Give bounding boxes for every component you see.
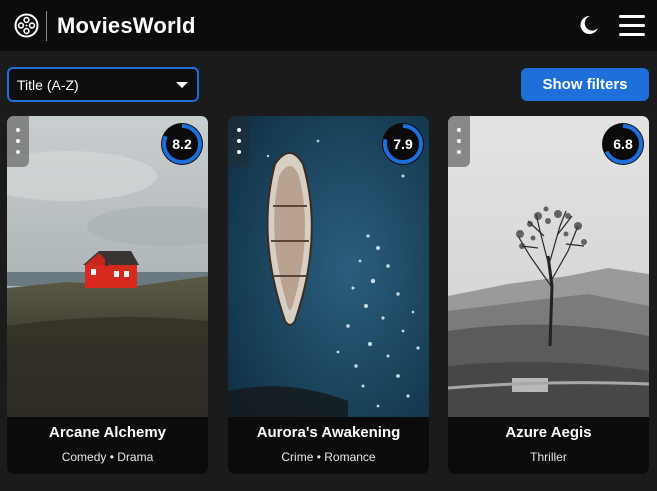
movie-genres: Comedy • Drama bbox=[61, 450, 154, 464]
rating-value: 7.9 bbox=[393, 136, 413, 152]
rating-badge: 6.8 bbox=[601, 122, 645, 166]
movie-title[interactable]: Arcane Alchemy bbox=[7, 424, 208, 441]
movie-genres: Thriller bbox=[530, 450, 567, 464]
movie-title[interactable]: Azure Aegis bbox=[448, 424, 649, 441]
more-options-icon[interactable] bbox=[228, 116, 250, 167]
chevron-down-icon bbox=[176, 82, 188, 88]
rating-badge: 7.9 bbox=[381, 122, 425, 166]
more-options-icon[interactable] bbox=[7, 116, 29, 167]
hamburger-menu-icon[interactable] bbox=[619, 15, 645, 36]
rating-value: 6.8 bbox=[613, 136, 633, 152]
brand-name[interactable]: MoviesWorld bbox=[57, 12, 196, 40]
movie-card[interactable]: 6.8 Azure Aegis Thriller bbox=[448, 116, 649, 474]
rating-badge: 8.2 bbox=[160, 122, 204, 166]
movie-card[interactable]: 8.2 Arcane Alchemy Comedy • Drama bbox=[7, 116, 208, 474]
more-options-icon[interactable] bbox=[448, 116, 470, 167]
app-header: MoviesWorld bbox=[0, 0, 657, 51]
logo-divider bbox=[46, 11, 47, 41]
film-reel-icon[interactable] bbox=[14, 13, 39, 38]
rating-value: 8.2 bbox=[172, 136, 192, 152]
movie-card[interactable]: 7.9 Aurora's Awakening Crime • Romance bbox=[228, 116, 429, 474]
sort-selected-value: Title (A-Z) bbox=[17, 77, 79, 93]
sort-select[interactable]: Title (A-Z) bbox=[7, 67, 199, 102]
moon-icon[interactable] bbox=[577, 14, 599, 36]
show-filters-button[interactable]: Show filters bbox=[521, 68, 649, 101]
movie-title[interactable]: Aurora's Awakening bbox=[228, 424, 429, 441]
movie-genres: Crime • Romance bbox=[281, 450, 376, 464]
